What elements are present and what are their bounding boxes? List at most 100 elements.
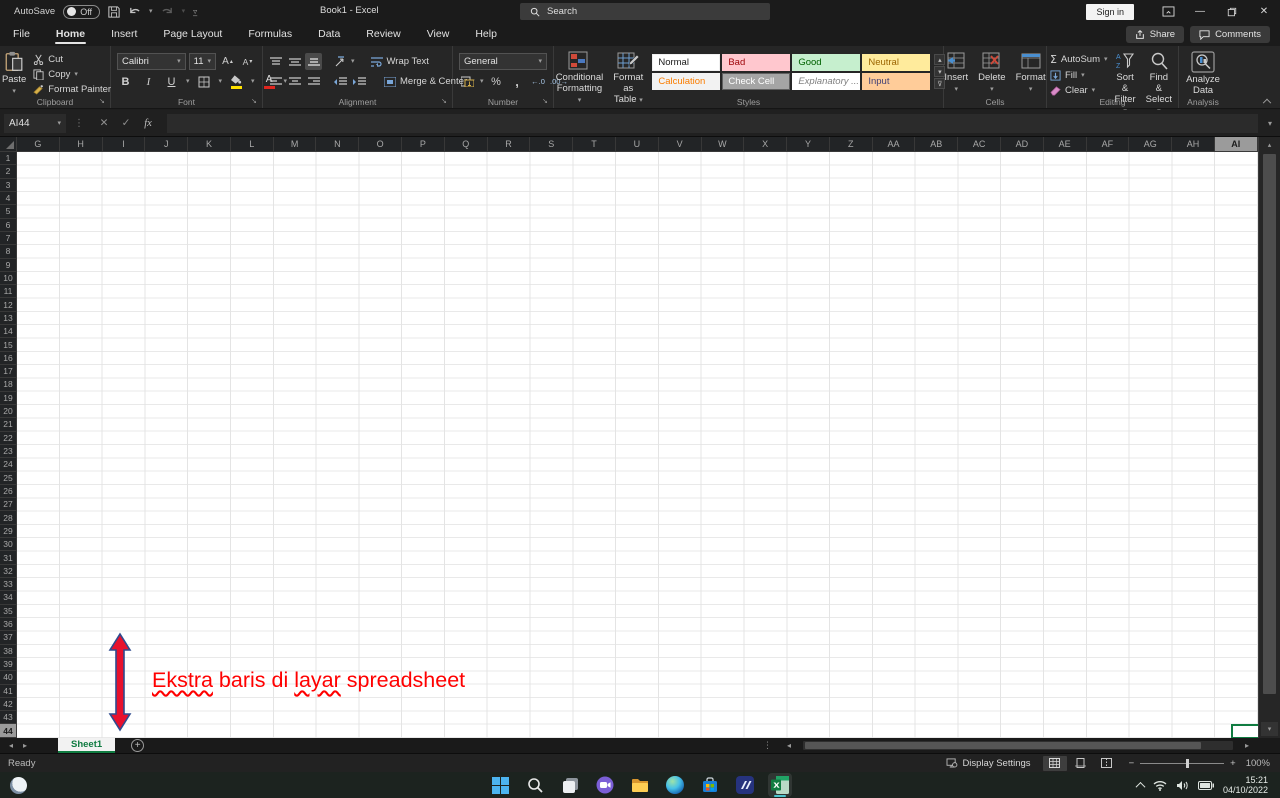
column-header-AE[interactable]: AE bbox=[1044, 137, 1087, 151]
tab-formulas[interactable]: Formulas bbox=[235, 24, 305, 45]
percent-style-button[interactable]: % bbox=[488, 73, 505, 90]
row-header-19[interactable]: 19 bbox=[0, 392, 16, 405]
column-header-AG[interactable]: AG bbox=[1129, 137, 1173, 151]
column-header-AF[interactable]: AF bbox=[1087, 137, 1130, 151]
underline-button[interactable]: U bbox=[163, 73, 180, 90]
row-header-2[interactable]: 2 bbox=[0, 165, 16, 179]
column-header-U[interactable]: U bbox=[616, 137, 659, 151]
row-header-7[interactable]: 7 bbox=[0, 232, 16, 246]
zoom-slider-thumb[interactable] bbox=[1186, 758, 1190, 768]
row-header-38[interactable]: 38 bbox=[0, 645, 16, 658]
font-name-select[interactable]: Calibri ▾ bbox=[117, 53, 186, 70]
row-header-37[interactable]: 37 bbox=[0, 631, 16, 645]
fill-button[interactable]: Fill ▾ bbox=[1048, 69, 1110, 82]
scroll-right-icon[interactable]: ▸ bbox=[1236, 741, 1258, 750]
cell-style-neutral[interactable]: Neutral bbox=[862, 54, 931, 71]
row-header-42[interactable]: 42 bbox=[0, 698, 16, 712]
maximize-button[interactable] bbox=[1216, 0, 1248, 23]
orientation-button[interactable] bbox=[332, 53, 349, 70]
alignment-dialog-launcher-icon[interactable]: ↘ bbox=[441, 98, 449, 106]
name-box-resize-handle[interactable]: ⋮ bbox=[66, 118, 93, 129]
weather-widget-icon[interactable] bbox=[10, 776, 27, 794]
battery-icon[interactable] bbox=[1197, 780, 1214, 790]
close-button[interactable]: ✕ bbox=[1248, 0, 1280, 23]
column-header-AI[interactable]: AI bbox=[1214, 137, 1258, 151]
row-header-3[interactable]: 3 bbox=[0, 179, 16, 192]
column-header-M[interactable]: M bbox=[274, 137, 317, 151]
row-header-41[interactable]: 41 bbox=[0, 685, 16, 698]
normal-view-button[interactable] bbox=[1042, 755, 1067, 771]
vertical-scrollbar[interactable]: ▴ ▾ bbox=[1258, 137, 1280, 738]
column-header-T[interactable]: T bbox=[573, 137, 616, 151]
align-bottom-button[interactable] bbox=[305, 53, 322, 70]
tab-data[interactable]: Data bbox=[305, 24, 353, 45]
tab-page-layout[interactable]: Page Layout bbox=[150, 24, 235, 45]
row-header-23[interactable]: 23 bbox=[0, 445, 16, 459]
scroll-left-icon[interactable]: ◂ bbox=[778, 741, 800, 750]
column-header-Y[interactable]: Y bbox=[787, 137, 830, 151]
row-header-44[interactable]: 44 bbox=[0, 724, 16, 738]
row-header-27[interactable]: 27 bbox=[0, 498, 16, 512]
format-painter-button[interactable]: Format Painter bbox=[31, 83, 113, 96]
task-view-icon[interactable] bbox=[558, 773, 582, 797]
cell-style-calculation[interactable]: Calculation bbox=[652, 73, 721, 90]
zoom-slider[interactable]: − + bbox=[1129, 758, 1236, 769]
underline-caret-icon[interactable]: ▾ bbox=[186, 78, 190, 85]
slashes-app-icon[interactable] bbox=[733, 773, 757, 797]
row-header-8[interactable]: 8 bbox=[0, 245, 16, 259]
insert-cells-button[interactable]: Insert ▾ bbox=[939, 49, 973, 95]
cell-style-normal[interactable]: Normal bbox=[652, 54, 721, 71]
autosave-toggle[interactable]: Off bbox=[63, 4, 101, 19]
column-header-N[interactable]: N bbox=[316, 137, 360, 151]
column-header-K[interactable]: K bbox=[188, 137, 231, 151]
tab-file[interactable]: File bbox=[0, 24, 43, 45]
comma-style-button[interactable]: , bbox=[509, 73, 526, 90]
enter-icon[interactable]: ✓ bbox=[115, 117, 137, 129]
sort-filter-button[interactable]: AZ Sort &Filter ▾ bbox=[1110, 49, 1141, 119]
row-header-5[interactable]: 5 bbox=[0, 205, 16, 219]
chat-icon[interactable] bbox=[593, 773, 617, 797]
zoom-out-icon[interactable]: − bbox=[1129, 758, 1135, 769]
align-center-button[interactable] bbox=[286, 73, 303, 90]
column-header-W[interactable]: W bbox=[702, 137, 745, 151]
column-header-H[interactable]: H bbox=[60, 137, 103, 151]
cell-style-bad[interactable]: Bad bbox=[722, 54, 791, 71]
volume-icon[interactable] bbox=[1176, 780, 1189, 791]
row-header-43[interactable]: 43 bbox=[0, 711, 16, 725]
cell-style-check-cell[interactable]: Check Cell bbox=[722, 73, 791, 90]
grow-font-button[interactable]: A ▴ bbox=[219, 53, 236, 70]
horizontal-scroll-thumb[interactable] bbox=[805, 742, 1201, 749]
row-header-40[interactable]: 40 bbox=[0, 671, 16, 685]
row-header-16[interactable]: 16 bbox=[0, 352, 16, 365]
row-header-14[interactable]: 14 bbox=[0, 325, 16, 339]
column-header-AD[interactable]: AD bbox=[1001, 137, 1044, 151]
scrollbar-resize-handle[interactable]: ⋮ bbox=[757, 740, 778, 751]
borders-button[interactable] bbox=[196, 73, 213, 90]
align-middle-button[interactable] bbox=[286, 53, 303, 70]
column-header-P[interactable]: P bbox=[402, 137, 445, 151]
column-header-Q[interactable]: Q bbox=[445, 137, 488, 151]
wifi-icon[interactable] bbox=[1153, 780, 1167, 791]
paste-button[interactable]: Paste ▾ bbox=[0, 49, 31, 97]
display-settings-button[interactable]: Display Settings bbox=[944, 757, 1032, 770]
tab-help[interactable]: Help bbox=[462, 24, 510, 45]
excel-taskbar-icon[interactable] bbox=[768, 773, 792, 797]
column-header-G[interactable]: G bbox=[17, 137, 60, 151]
sign-in-button[interactable]: Sign in bbox=[1086, 3, 1134, 20]
column-header-X[interactable]: X bbox=[744, 137, 788, 151]
clock[interactable]: 15:21 04/10/2022 bbox=[1223, 775, 1268, 796]
scroll-down-icon[interactable]: ▾ bbox=[1261, 722, 1278, 736]
row-header-32[interactable]: 32 bbox=[0, 565, 16, 578]
align-right-button[interactable] bbox=[305, 73, 322, 90]
save-icon[interactable] bbox=[108, 5, 120, 18]
number-format-select[interactable]: General ▾ bbox=[459, 53, 547, 70]
formula-bar-expand-icon[interactable]: ▾ bbox=[1264, 119, 1280, 128]
page-break-preview-button[interactable] bbox=[1095, 756, 1119, 771]
row-header-20[interactable]: 20 bbox=[0, 405, 16, 419]
row-header-28[interactable]: 28 bbox=[0, 511, 16, 525]
column-header-J[interactable]: J bbox=[145, 137, 189, 151]
name-box[interactable]: AI44 ▾ bbox=[4, 113, 66, 133]
column-header-I[interactable]: I bbox=[103, 137, 146, 151]
row-header-6[interactable]: 6 bbox=[0, 219, 16, 232]
format-cells-button[interactable]: Format ▾ bbox=[1011, 49, 1051, 95]
